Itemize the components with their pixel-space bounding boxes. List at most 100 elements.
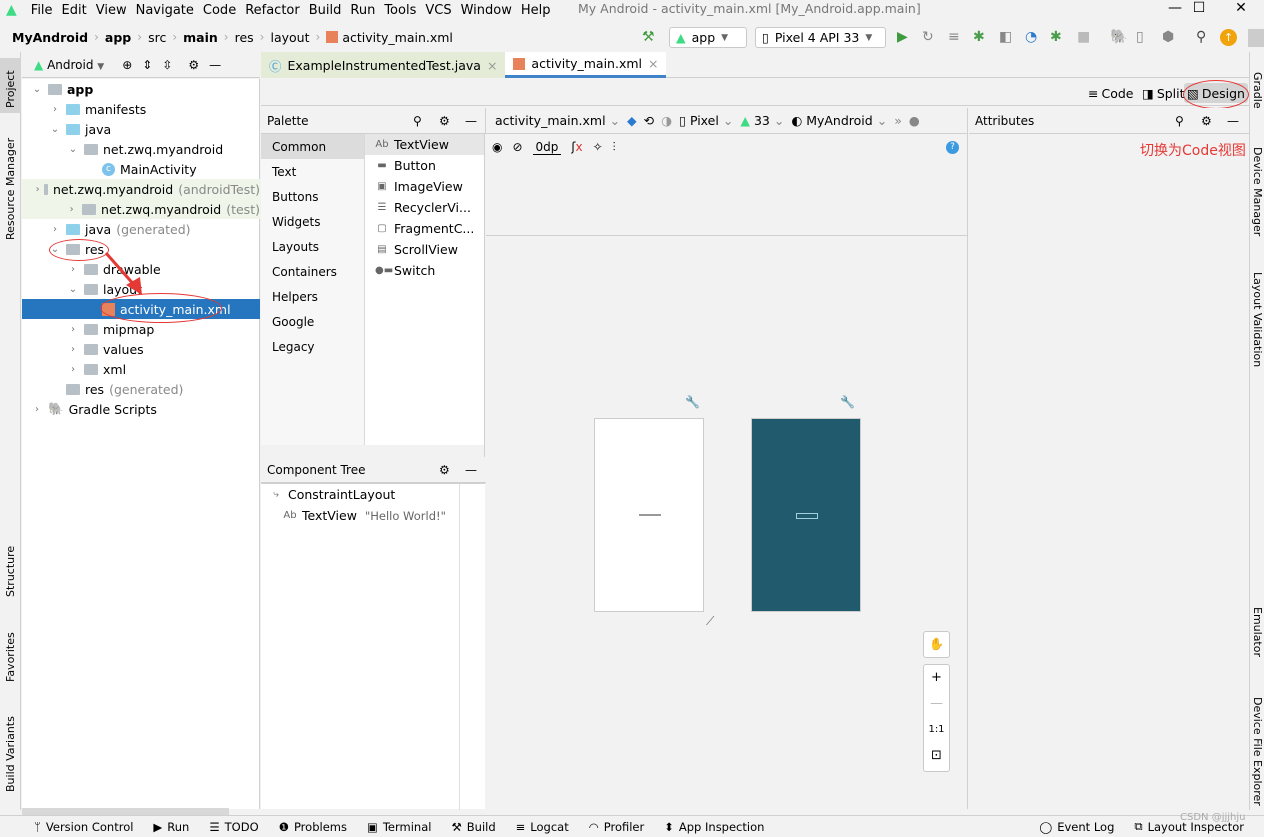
- gear-icon[interactable]: ⚙: [188, 58, 199, 72]
- crumb-app[interactable]: app: [105, 30, 131, 45]
- menu-refactor[interactable]: Refactor: [245, 3, 300, 18]
- apply-changes-icon[interactable]: ≡: [948, 29, 960, 45]
- device-select[interactable]: ▯ Pixel 4 API 33 ▼: [755, 27, 886, 48]
- chevron-right-icon[interactable]: ›: [66, 324, 80, 335]
- night-mode-icon[interactable]: ◑: [661, 113, 672, 128]
- hide-icon[interactable]: —: [1227, 114, 1239, 128]
- palette-category-buttons[interactable]: Buttons: [261, 184, 364, 209]
- split-mode-button[interactable]: ◨ Split: [1139, 83, 1188, 103]
- chevron-right-icon[interactable]: ›: [66, 344, 80, 355]
- blueprint-preview[interactable]: [751, 418, 861, 612]
- tree-item[interactable]: ⌄ net.zwq.myandroid: [22, 139, 260, 159]
- menu-window[interactable]: Window: [461, 3, 512, 18]
- default-margin[interactable]: 0dp: [532, 140, 562, 155]
- tool-device-file-explorer[interactable]: Device File Explorer: [1251, 697, 1264, 806]
- profile-icon[interactable]: ◔: [1025, 29, 1037, 45]
- tree-item[interactable]: › java (generated): [22, 219, 260, 239]
- tree-item[interactable]: › net.zwq.myandroid (androidTest): [22, 179, 260, 199]
- menu-file[interactable]: File: [31, 3, 53, 18]
- search-icon[interactable]: ⚲: [1196, 29, 1206, 45]
- tree-item[interactable]: › xml: [22, 359, 260, 379]
- tool-todo[interactable]: ☰ TODO: [209, 820, 258, 834]
- horizontal-scrollbar[interactable]: [22, 808, 229, 815]
- close-window-button[interactable]: ✕: [1218, 0, 1264, 20]
- tool-problems[interactable]: ❶ Problems: [279, 820, 347, 834]
- collapse-all-icon[interactable]: ⇳: [162, 58, 172, 72]
- tool-app-inspection[interactable]: ⬍ App Inspection: [664, 820, 764, 834]
- menu-help[interactable]: Help: [521, 3, 551, 18]
- palette-category-legacy[interactable]: Legacy: [261, 334, 364, 359]
- run-config-select[interactable]: ▲ app ▼: [669, 27, 747, 48]
- zoom-out-button[interactable]: —: [924, 691, 949, 717]
- menu-vcs[interactable]: VCS: [425, 3, 451, 18]
- hammer-icon[interactable]: ⚒: [642, 29, 655, 45]
- chevron-down-icon[interactable]: ⌄: [66, 144, 80, 155]
- update-icon[interactable]: ↑: [1220, 29, 1237, 46]
- chevron-right-icon[interactable]: ›: [66, 364, 80, 375]
- coverage-icon[interactable]: ◧: [999, 29, 1012, 45]
- gradle-sync-icon[interactable]: 🐘: [1110, 29, 1127, 45]
- tree-item[interactable]: › net.zwq.myandroid (test): [22, 199, 260, 219]
- tree-item[interactable]: c MainActivity: [22, 159, 260, 179]
- tool-version-control[interactable]: ᛘ Version Control: [34, 820, 133, 834]
- warning-icon[interactable]: ●: [909, 113, 920, 128]
- menu-navigate[interactable]: Navigate: [136, 3, 194, 18]
- orientation-icon[interactable]: ⟲: [644, 113, 654, 128]
- palette-item[interactable]: ▬ Button: [365, 155, 485, 176]
- menu-view[interactable]: View: [96, 3, 127, 18]
- hide-icon[interactable]: —: [465, 463, 477, 477]
- tree-item[interactable]: ⌄ java: [22, 119, 260, 139]
- wrench-icon[interactable]: 🔧: [685, 395, 700, 409]
- expand-all-icon[interactable]: ⇕: [142, 58, 152, 72]
- close-tab-icon[interactable]: ×: [487, 58, 497, 73]
- chevron-right-icon[interactable]: ›: [48, 224, 62, 235]
- textview-preview[interactable]: [639, 514, 661, 516]
- palette-item[interactable]: Ab TextView: [365, 134, 485, 155]
- gear-icon[interactable]: ⚙: [439, 114, 450, 128]
- avatar[interactable]: [1248, 29, 1264, 47]
- hide-icon[interactable]: —: [209, 58, 221, 72]
- gear-icon[interactable]: ⚙: [439, 463, 450, 477]
- crumb-src[interactable]: src: [148, 30, 166, 45]
- tool-build[interactable]: ⚒ Build: [451, 820, 495, 834]
- palette-item[interactable]: ●▬ Switch: [365, 260, 485, 281]
- tool-terminal[interactable]: ▣ Terminal: [367, 820, 431, 834]
- infer-constraints-icon[interactable]: ✧: [593, 140, 603, 154]
- zoom-fit-button[interactable]: ⊡: [924, 743, 949, 769]
- palette-item[interactable]: ▢ FragmentC...: [365, 218, 485, 239]
- tree-item[interactable]: › 🐘 Gradle Scripts: [22, 399, 260, 419]
- palette-category-common[interactable]: Common: [261, 134, 364, 159]
- maximize-button[interactable]: ☐: [1176, 0, 1222, 20]
- file-select[interactable]: activity_main.xml ⌄: [495, 113, 620, 128]
- tab-example-instrumented-test[interactable]: Ⓒ ExampleInstrumentedTest.java ×: [261, 52, 506, 78]
- tab-activity-main[interactable]: activity_main.xml ×: [505, 52, 667, 78]
- run-icon[interactable]: ▶: [897, 29, 908, 45]
- menu-edit[interactable]: Edit: [62, 3, 87, 18]
- tool-gradle[interactable]: Gradle: [1251, 72, 1264, 109]
- tree-item[interactable]: ⌄ app: [22, 79, 260, 99]
- chevron-right-icon[interactable]: ›: [48, 104, 62, 115]
- tree-item[interactable]: res (generated): [22, 379, 260, 399]
- tool-project[interactable]: Project: [4, 70, 17, 108]
- menu-run[interactable]: Run: [350, 3, 375, 18]
- palette-category-containers[interactable]: Containers: [261, 259, 364, 284]
- close-tab-icon[interactable]: ×: [648, 56, 658, 71]
- palette-category-layouts[interactable]: Layouts: [261, 234, 364, 259]
- pan-button[interactable]: ✋: [923, 631, 950, 658]
- chevron-right-icon[interactable]: ›: [66, 264, 80, 275]
- menu-tools[interactable]: Tools: [384, 3, 416, 18]
- crumb-project[interactable]: MyAndroid: [12, 30, 88, 45]
- tool-run[interactable]: ▶ Run: [153, 820, 189, 834]
- design-preview[interactable]: [594, 418, 704, 612]
- tool-device-manager[interactable]: Device Manager: [1251, 147, 1264, 236]
- tool-emulator[interactable]: Emulator: [1251, 607, 1264, 657]
- chevron-right-icon[interactable]: ›: [30, 404, 44, 415]
- zoom-in-button[interactable]: +: [924, 665, 949, 691]
- crumb-file[interactable]: activity_main.xml: [342, 30, 453, 45]
- tree-textview[interactable]: Ab TextView "Hello World!": [261, 505, 485, 526]
- magnet-icon[interactable]: ⊘: [512, 140, 522, 154]
- palette-item[interactable]: ☰ RecyclerVi...: [365, 197, 485, 218]
- tree-constraint-layout[interactable]: ⤷ ConstraintLayout: [261, 484, 485, 505]
- tool-resource-manager[interactable]: Resource Manager: [4, 138, 17, 240]
- crumb-res[interactable]: res: [235, 30, 254, 45]
